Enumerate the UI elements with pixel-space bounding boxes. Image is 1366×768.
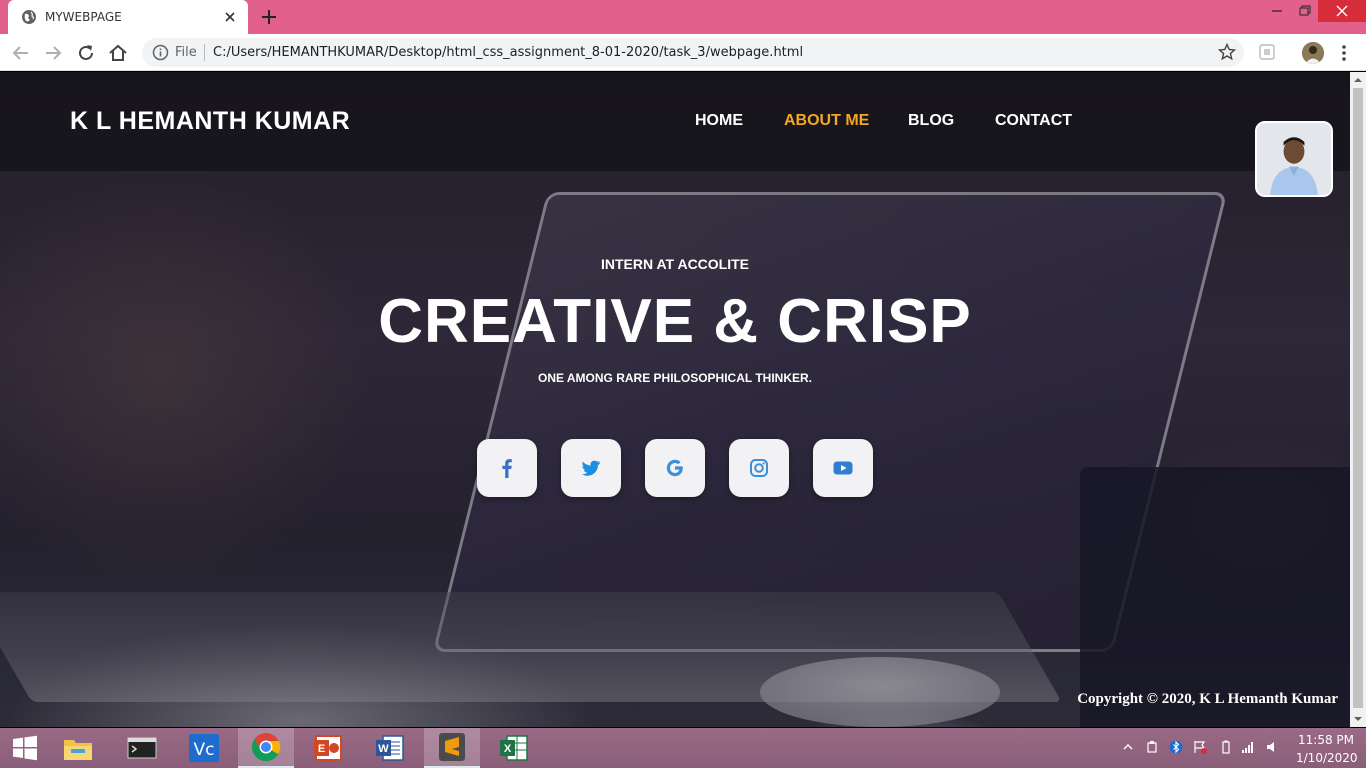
globe-icon — [22, 10, 36, 24]
nav-blog[interactable]: BLOG — [908, 112, 954, 130]
taskbar-clock-time[interactable]: 11:58 PM — [1298, 733, 1354, 747]
home-icon[interactable] — [107, 42, 129, 64]
taskbar-word[interactable]: W — [362, 728, 418, 768]
site-header: K L HEMANTH KUMAR HOME ABOUT ME BLOG CON… — [0, 72, 1350, 171]
sublime-icon — [439, 733, 465, 761]
svg-text:W: W — [378, 743, 389, 755]
url-scheme-label: File — [175, 45, 197, 60]
scrollbar-thumb[interactable] — [1353, 88, 1363, 708]
taskbar-vscode[interactable]: Vc — [176, 728, 232, 768]
reload-icon[interactable] — [75, 42, 97, 64]
instagram-icon — [750, 459, 768, 477]
new-tab-icon[interactable] — [260, 8, 278, 26]
taskbar-presentation[interactable]: E — [300, 728, 356, 768]
file-explorer-icon — [64, 740, 92, 760]
info-icon[interactable] — [152, 44, 169, 61]
svg-text:Vc: Vc — [194, 740, 215, 760]
youtube-button[interactable] — [813, 439, 873, 497]
vscode-icon: Vc — [189, 734, 219, 762]
hero-title: CREATIVE & CRISP — [378, 287, 972, 356]
twitter-button[interactable] — [561, 439, 621, 497]
tab-title: MYWEBPAGE — [45, 10, 122, 24]
tray-battery-icon[interactable] — [1219, 740, 1233, 754]
profile-avatar-icon[interactable] — [1302, 42, 1324, 64]
svg-text:X: X — [504, 743, 512, 755]
google-button[interactable] — [645, 439, 705, 497]
bookmark-star-icon[interactable] — [1218, 43, 1236, 61]
restore-icon[interactable] — [1290, 0, 1320, 22]
word-icon: W — [376, 735, 404, 761]
tray-usb-icon[interactable] — [1145, 740, 1159, 754]
site-brand[interactable]: K L HEMANTH KUMAR — [70, 107, 350, 136]
hero-tagline: ONE AMONG RARE PHILOSOPHICAL THINKER. — [537, 371, 812, 385]
profile-photo — [1255, 121, 1333, 197]
windows-logo-icon — [13, 735, 37, 761]
tray-network-flag-icon[interactable] — [1193, 740, 1207, 754]
instagram-button[interactable] — [729, 439, 789, 497]
page-scrollbar[interactable] — [1350, 72, 1366, 727]
nav-contact[interactable]: CONTACT — [995, 112, 1072, 130]
scroll-up-icon[interactable] — [1353, 75, 1363, 85]
taskbar-sublime[interactable] — [424, 728, 480, 768]
tray-bluetooth-icon[interactable] — [1169, 740, 1183, 754]
browser-toolbar: File C:/Users/HEMANTHKUMAR/Desktop/html_… — [0, 34, 1366, 71]
page-viewport: K L HEMANTH KUMAR HOME ABOUT ME BLOG CON… — [0, 72, 1350, 727]
tray-chevron-up-icon[interactable] — [1121, 740, 1135, 754]
twitter-icon — [582, 460, 600, 476]
tray-volume-icon[interactable] — [1265, 740, 1279, 754]
terminal-icon — [127, 737, 157, 759]
windows-taskbar: Vc E W X — [0, 728, 1366, 768]
copyright-text: Copyright © 2020, K L Hemanth Kumar — [1077, 691, 1338, 707]
nav-home[interactable]: HOME — [695, 112, 743, 130]
scroll-down-icon[interactable] — [1353, 714, 1363, 724]
menu-kebab-icon[interactable] — [1336, 43, 1352, 63]
excel-icon: X — [500, 735, 528, 761]
back-icon[interactable] — [10, 42, 32, 64]
address-separator — [204, 44, 205, 61]
address-bar[interactable]: File C:/Users/HEMANTHKUMAR/Desktop/html_… — [142, 38, 1244, 67]
facebook-icon — [502, 459, 512, 478]
tray-signal-icon[interactable] — [1241, 740, 1255, 754]
chrome-icon — [252, 733, 281, 762]
taskbar-clock-date[interactable]: 1/10/2020 — [1296, 751, 1358, 765]
close-tab-icon[interactable] — [222, 9, 238, 25]
svg-text:E: E — [318, 743, 325, 755]
presentation-icon: E — [314, 735, 342, 761]
browser-tab[interactable]: MYWEBPAGE — [8, 0, 248, 34]
forward-icon[interactable] — [42, 42, 64, 64]
nav-about-me[interactable]: ABOUT ME — [784, 112, 869, 130]
youtube-icon — [833, 461, 853, 475]
browser-tabstrip: MYWEBPAGE — [0, 0, 1366, 34]
taskbar-terminal[interactable] — [114, 728, 170, 768]
taskbar-chrome[interactable] — [238, 728, 294, 768]
url-text[interactable]: C:/Users/HEMANTHKUMAR/Desktop/html_css_a… — [213, 45, 803, 60]
close-window-icon[interactable] — [1318, 0, 1366, 22]
minimize-icon[interactable] — [1262, 0, 1292, 22]
taskbar-excel[interactable]: X — [486, 728, 542, 768]
extension-icon[interactable] — [1258, 43, 1276, 61]
hero-subtitle: INTERN AT ACCOLITE — [600, 256, 750, 272]
start-button[interactable] — [0, 728, 50, 768]
facebook-button[interactable] — [477, 439, 537, 497]
google-icon — [666, 459, 683, 477]
taskbar-file-explorer[interactable] — [50, 728, 106, 768]
